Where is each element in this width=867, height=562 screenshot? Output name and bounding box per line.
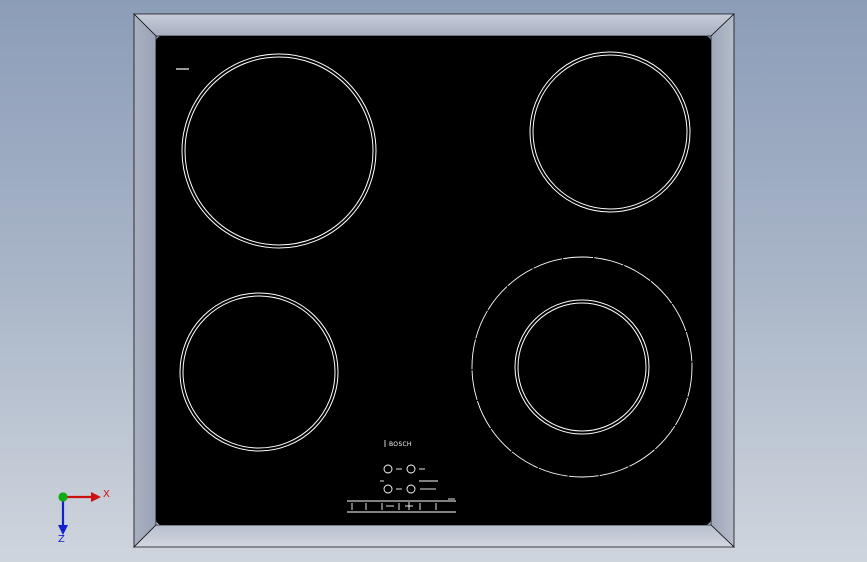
y-axis-dot: [58, 492, 68, 502]
graphics-viewport[interactable]: BOSCH X Z: [0, 0, 867, 562]
frame-left: [133, 13, 157, 548]
coordinate-triad: X Z: [58, 489, 110, 545]
x-axis-arrow: [91, 492, 101, 502]
glass-surface: [156, 36, 711, 525]
frame-right: [710, 13, 735, 548]
x-axis-label: X: [103, 489, 110, 500]
brand-label: BOSCH: [389, 441, 412, 448]
cooktop-model[interactable]: BOSCH X Z: [0, 0, 867, 562]
brand-logo: BOSCH: [384, 440, 412, 448]
z-axis-label: Z: [58, 534, 65, 545]
frame-top: [133, 13, 735, 37]
frame-bottom: [133, 524, 735, 548]
